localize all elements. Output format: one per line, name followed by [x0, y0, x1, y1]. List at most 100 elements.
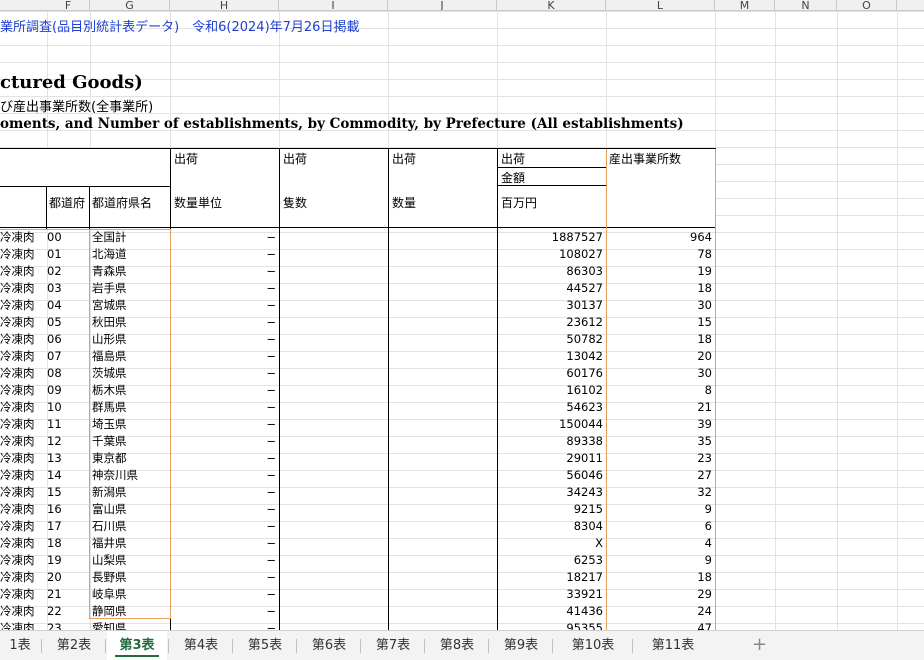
cell-item[interactable]: 冷凍肉 — [0, 263, 46, 280]
sheet-tab[interactable]: 第7表 — [363, 631, 423, 660]
cell-pref-code[interactable]: 21 — [47, 586, 89, 603]
cell-establishments[interactable]: 21 — [606, 399, 715, 416]
cell-item[interactable]: 冷凍肉 — [0, 365, 46, 382]
cell-pref-code[interactable]: 07 — [47, 348, 89, 365]
sheet-tab[interactable]: 第9表 — [491, 631, 551, 660]
cell-quantity-unit[interactable]: − — [170, 382, 279, 399]
cell-amount[interactable]: 18217 — [497, 569, 606, 586]
cell-amount[interactable]: 16102 — [497, 382, 606, 399]
cell-pref-code[interactable]: 06 — [47, 331, 89, 348]
cell-establishments[interactable]: 18 — [606, 569, 715, 586]
sheet-tab[interactable]: 第4表 — [171, 631, 231, 660]
sheet-tab[interactable]: 第5表 — [235, 631, 295, 660]
cell-item[interactable]: 冷凍肉 — [0, 382, 46, 399]
cell-establishments[interactable]: 39 — [606, 416, 715, 433]
cell-quantity-unit[interactable]: − — [170, 229, 279, 246]
cell-pref-name[interactable]: 愛知県 — [92, 620, 170, 630]
cell-establishments[interactable]: 29 — [606, 586, 715, 603]
cell-pref-code[interactable]: 01 — [47, 246, 89, 263]
spreadsheet-grid[interactable]: 業所調査(品目別統計表データ) 令和6(2024)年7月26日掲載 ctured… — [0, 11, 924, 630]
cell-item[interactable]: 冷凍肉 — [0, 569, 46, 586]
cell-item[interactable]: 冷凍肉 — [0, 314, 46, 331]
cell-quantity-unit[interactable]: − — [170, 586, 279, 603]
cell-amount[interactable]: 89338 — [497, 433, 606, 450]
cell-quantity-unit[interactable]: − — [170, 467, 279, 484]
column-header-m[interactable]: M — [715, 0, 775, 10]
cell-establishments[interactable]: 9 — [606, 501, 715, 518]
cell-pref-code[interactable]: 11 — [47, 416, 89, 433]
cell-establishments[interactable]: 78 — [606, 246, 715, 263]
cell-amount[interactable]: 13042 — [497, 348, 606, 365]
cell-quantity-unit[interactable]: − — [170, 569, 279, 586]
cell-amount[interactable]: 34243 — [497, 484, 606, 501]
cell-quantity-unit[interactable]: − — [170, 433, 279, 450]
cell-pref-code[interactable]: 08 — [47, 365, 89, 382]
sheet-tab[interactable]: 第10表 — [555, 631, 631, 660]
cell-pref-code[interactable]: 18 — [47, 535, 89, 552]
cell-establishments[interactable]: 30 — [606, 365, 715, 382]
cell-pref-code[interactable]: 17 — [47, 518, 89, 535]
cell-pref-code[interactable]: 00 — [47, 229, 89, 246]
cell-item[interactable]: 冷凍肉 — [0, 280, 46, 297]
cell-amount[interactable]: 33921 — [497, 586, 606, 603]
cell-amount[interactable]: 60176 — [497, 365, 606, 382]
cell-amount[interactable]: 8304 — [497, 518, 606, 535]
cell-amount[interactable]: 44527 — [497, 280, 606, 297]
cell-pref-code[interactable]: 03 — [47, 280, 89, 297]
cell-item[interactable]: 冷凍肉 — [0, 348, 46, 365]
cell-establishments[interactable]: 18 — [606, 331, 715, 348]
cell-amount[interactable]: 23612 — [497, 314, 606, 331]
cell-amount[interactable]: 50782 — [497, 331, 606, 348]
cell-pref-code[interactable]: 14 — [47, 467, 89, 484]
cell-amount[interactable]: 54623 — [497, 399, 606, 416]
cell-item[interactable]: 冷凍肉 — [0, 586, 46, 603]
sheet-tab[interactable]: 第3表 — [107, 631, 167, 660]
cell-item[interactable]: 冷凍肉 — [0, 501, 46, 518]
cell-amount[interactable]: 9215 — [497, 501, 606, 518]
cell-establishments[interactable]: 15 — [606, 314, 715, 331]
cell-pref-code[interactable]: 02 — [47, 263, 89, 280]
cell-pref-code[interactable]: 16 — [47, 501, 89, 518]
column-header-i[interactable]: I — [279, 0, 388, 10]
cell-quantity-unit[interactable]: − — [170, 501, 279, 518]
cell-item[interactable]: 冷凍肉 — [0, 229, 46, 246]
cell-establishments[interactable]: 6 — [606, 518, 715, 535]
cell-pref-code[interactable]: 23 — [47, 620, 89, 630]
cell-establishments[interactable]: 47 — [606, 620, 715, 630]
cell-establishments[interactable]: 23 — [606, 450, 715, 467]
cell-amount[interactable]: 95355 — [497, 620, 606, 630]
cell-quantity-unit[interactable]: − — [170, 297, 279, 314]
sheet-tab[interactable]: 第8表 — [427, 631, 487, 660]
cell-item[interactable]: 冷凍肉 — [0, 552, 46, 569]
column-header-k[interactable]: K — [497, 0, 606, 10]
cell-amount[interactable]: 56046 — [497, 467, 606, 484]
column-header-n[interactable]: N — [775, 0, 837, 10]
cell-quantity-unit[interactable]: − — [170, 280, 279, 297]
column-header-j[interactable]: J — [388, 0, 497, 10]
cell-establishments[interactable]: 32 — [606, 484, 715, 501]
cell-item[interactable]: 冷凍肉 — [0, 331, 46, 348]
cell-quantity-unit[interactable]: − — [170, 450, 279, 467]
add-sheet-button[interactable]: + — [752, 631, 767, 660]
cell-establishments[interactable]: 4 — [606, 535, 715, 552]
cell-quantity-unit[interactable]: − — [170, 535, 279, 552]
cell-pref-code[interactable]: 15 — [47, 484, 89, 501]
cell-pref-code[interactable]: 09 — [47, 382, 89, 399]
cell-establishments[interactable]: 24 — [606, 603, 715, 620]
cell-pref-code[interactable]: 10 — [47, 399, 89, 416]
cell-establishments[interactable]: 20 — [606, 348, 715, 365]
cell-establishments[interactable]: 27 — [606, 467, 715, 484]
cell-item[interactable]: 冷凍肉 — [0, 535, 46, 552]
column-header-h[interactable]: H — [170, 0, 279, 10]
sheet-tab[interactable]: 第6表 — [299, 631, 359, 660]
cell-quantity-unit[interactable]: − — [170, 399, 279, 416]
cell-item[interactable]: 冷凍肉 — [0, 297, 46, 314]
cell-establishments[interactable]: 9 — [606, 552, 715, 569]
sheet-tab[interactable]: 1表 — [0, 631, 40, 660]
cell-quantity-unit[interactable]: − — [170, 603, 279, 620]
cell-establishments[interactable]: 964 — [606, 229, 715, 246]
cell-item[interactable]: 冷凍肉 — [0, 518, 46, 535]
cell-establishments[interactable]: 18 — [606, 280, 715, 297]
column-header-f[interactable]: F — [47, 0, 90, 10]
cell-establishments[interactable]: 8 — [606, 382, 715, 399]
